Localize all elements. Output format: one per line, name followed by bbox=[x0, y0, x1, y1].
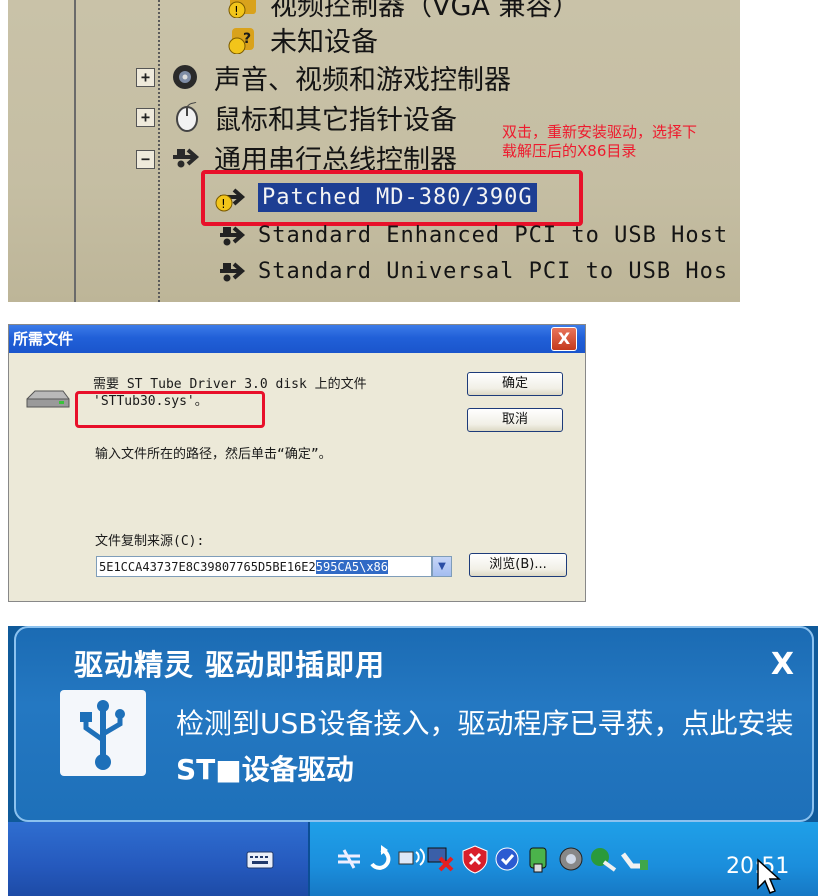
network-tool-icon[interactable] bbox=[334, 844, 364, 874]
usb-icon bbox=[170, 142, 204, 172]
warning-device-icon: ? bbox=[226, 24, 260, 55]
browse-button[interactable]: 浏览(B)... bbox=[469, 553, 567, 577]
files-needed-dialog: 所需文件 X 需要 ST Tube Driver 3.0 disk 上的文件 '… bbox=[8, 324, 586, 602]
tree-item-usb-controllers[interactable]: 通用串行总线控制器 bbox=[170, 140, 457, 176]
device-manager-panel: ! 视频控制器（VGA 兼容） ? 未知设备 + 声音、视频和游戏控制器 + 鼠… bbox=[8, 0, 740, 302]
app-tray-icon[interactable] bbox=[588, 844, 618, 874]
antivirus-icon[interactable] bbox=[492, 844, 522, 874]
security-shield-icon[interactable] bbox=[460, 844, 490, 874]
expand-mouse-button[interactable]: + bbox=[136, 108, 155, 127]
svg-text:?: ? bbox=[243, 31, 251, 47]
ok-button[interactable]: 确定 bbox=[467, 372, 563, 396]
expand-sound-button[interactable]: + bbox=[136, 68, 155, 87]
path-dropdown-button[interactable]: ▼ bbox=[432, 556, 452, 577]
safely-remove-hardware-icon[interactable] bbox=[620, 844, 650, 874]
dialog-titlebar: 所需文件 X bbox=[9, 325, 585, 353]
tree-item-sound-video[interactable]: 声音、视频和游戏控制器 bbox=[170, 60, 511, 96]
network-disconnected-icon[interactable] bbox=[426, 844, 456, 874]
source-label: 文件复制来源(C): bbox=[95, 534, 205, 549]
instruction-text: 输入文件所在的路径，然后单击“确定”。 bbox=[95, 447, 332, 462]
balloon-message-line2: ST■设备驱动 bbox=[176, 753, 354, 786]
usb-icon bbox=[214, 256, 248, 286]
driver-refresh-icon[interactable] bbox=[366, 844, 396, 874]
notification-balloon[interactable]: 驱动精灵 驱动即插即用 X 检测到USB设备接入，驱动程序已寻获，点此安装 ST… bbox=[14, 626, 814, 822]
tree-item-universal-pci-usb[interactable]: Standard Universal PCI to USB Hos bbox=[214, 254, 728, 288]
keyboard-icon[interactable] bbox=[246, 848, 274, 874]
mouse-cursor-icon bbox=[756, 858, 782, 896]
disk-drive-icon bbox=[25, 387, 71, 417]
tree-item-unknown-device[interactable]: ? 未知设备 bbox=[226, 22, 378, 58]
volume-icon[interactable] bbox=[556, 844, 586, 874]
balloon-message: 检测到USB设备接入，驱动程序已寻获，点此安装 bbox=[176, 707, 794, 740]
balloon-title: 驱动精灵 驱动即插即用 bbox=[74, 648, 386, 682]
collapse-usb-button[interactable]: − bbox=[136, 150, 155, 169]
dialog-title: 所需文件 bbox=[13, 330, 74, 348]
usb-icon bbox=[60, 690, 146, 776]
tree-left-border bbox=[74, 0, 76, 302]
wireless-network-icon[interactable] bbox=[396, 844, 426, 874]
balloon-close-button[interactable]: X bbox=[771, 650, 794, 680]
annotation-note: 双击，重新安装驱动，选择下载解压后的X86目录 bbox=[502, 123, 698, 160]
tree-item-vga[interactable]: ! 视频控制器（VGA 兼容） bbox=[226, 0, 579, 22]
cancel-button[interactable]: 取消 bbox=[467, 408, 563, 432]
speaker-icon bbox=[170, 62, 204, 92]
tree-item-mouse[interactable]: 鼠标和其它指针设备 bbox=[170, 100, 457, 136]
highlight-box bbox=[75, 391, 265, 428]
dongle-icon[interactable] bbox=[524, 844, 554, 874]
usb-icon bbox=[214, 220, 248, 250]
driver-notification-panel: 驱动精灵 驱动即插即用 X 检测到USB设备接入，驱动程序已寻获，点此安装 ST… bbox=[8, 626, 818, 896]
warning-device-icon: ! bbox=[226, 0, 260, 19]
dialog-close-button[interactable]: X bbox=[551, 327, 577, 351]
svg-text:!: ! bbox=[234, 4, 239, 18]
tree-item-enhanced-pci-usb[interactable]: Standard Enhanced PCI to USB Host bbox=[214, 218, 728, 252]
mouse-icon bbox=[170, 101, 204, 132]
source-path-input[interactable]: 5E1CCA43737E8C39807765D5BE16E2595CA5\x86 bbox=[96, 556, 432, 577]
tree-connector-line bbox=[158, 0, 160, 302]
